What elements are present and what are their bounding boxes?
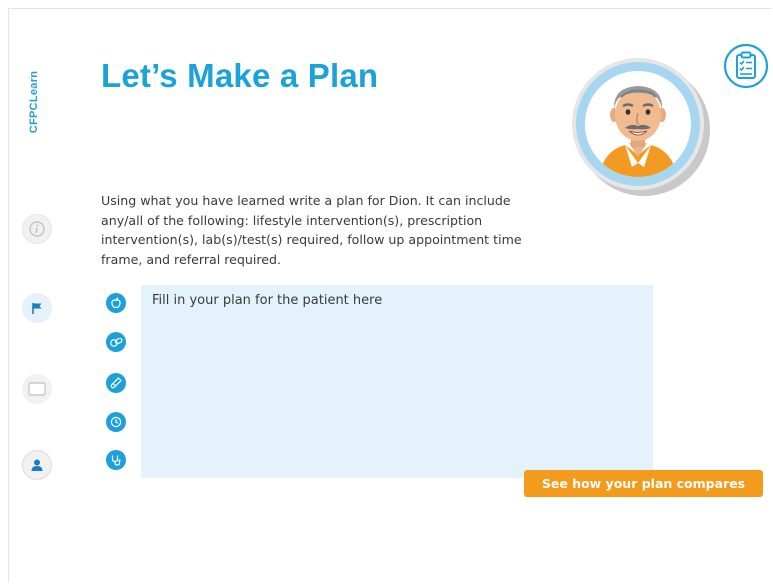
brand-logo: CFPCLearn: [20, 52, 48, 152]
plan-instructions: Using what you have learned write a plan…: [101, 193, 522, 267]
brand-name: CFPCLearn: [28, 70, 40, 134]
patient-avatar: [572, 58, 710, 196]
lab-test-category: [106, 373, 126, 393]
flag-icon: [32, 303, 42, 314]
slide-icon: [28, 382, 46, 396]
clipboard-icon[interactable]: [723, 43, 769, 89]
follow-up-category: [106, 412, 126, 432]
plan-textarea[interactable]: [141, 285, 653, 478]
prescription-category: [106, 332, 126, 352]
plan-panel: [141, 285, 653, 478]
pills-icon: [109, 337, 123, 347]
slide-button[interactable]: [22, 374, 52, 404]
flag-button[interactable]: [22, 293, 52, 323]
clock-icon: [110, 416, 122, 428]
info-button[interactable]: [22, 214, 52, 244]
info-icon: [29, 221, 45, 237]
compare-plan-button[interactable]: See how your plan compares: [524, 470, 763, 497]
stethoscope-icon: [111, 455, 121, 466]
lifestyle-category: [106, 293, 126, 313]
profile-button[interactable]: [22, 450, 52, 480]
apple-icon: [111, 297, 121, 309]
test-tube-icon: [110, 377, 122, 389]
page-title: Let’s Make a Plan: [101, 57, 379, 94]
avatar-portrait: [585, 71, 691, 177]
user-icon: [31, 459, 43, 471]
referral-category: [106, 450, 126, 470]
